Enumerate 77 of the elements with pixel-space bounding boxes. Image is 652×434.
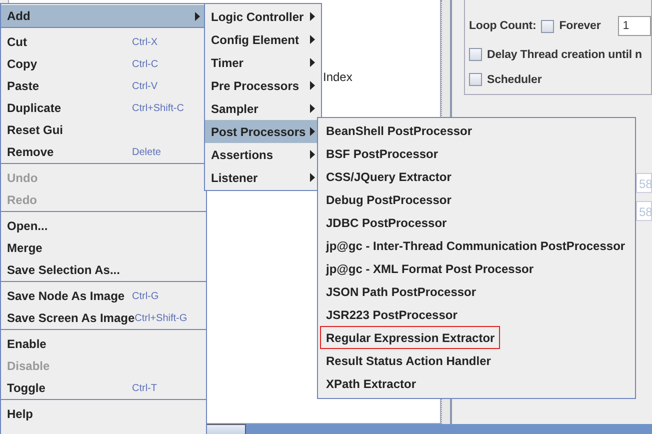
shortcut-label: Ctrl+Shift-G bbox=[134, 312, 188, 324]
shortcut-label: Ctrl-V bbox=[132, 80, 159, 92]
menu-item[interactable]: Help bbox=[1, 403, 206, 425]
tree-node-label[interactable]: Index bbox=[323, 70, 352, 84]
shortcut-label: Ctrl-X bbox=[132, 36, 159, 48]
checkbox[interactable] bbox=[469, 48, 482, 61]
menu-item-label: Add bbox=[7, 9, 32, 23]
menu-item-label: Save Selection As... bbox=[7, 263, 121, 277]
menu-item[interactable]: Save Screen As ImageCtrl+Shift-G bbox=[1, 307, 206, 329]
menu-item-label: Save Screen As Image bbox=[7, 311, 135, 325]
menu-item[interactable]: Timer bbox=[205, 51, 321, 74]
menu-item[interactable]: Save Selection As... bbox=[1, 259, 206, 281]
menu-item-label: Copy bbox=[7, 57, 38, 71]
menu-item-label: Help bbox=[7, 407, 34, 421]
menu-item[interactable]: Listener bbox=[205, 166, 321, 189]
menu-item-label: Merge bbox=[7, 241, 44, 255]
menu-item-label: Redo bbox=[7, 193, 38, 207]
menu-item[interactable]: Logic Controller bbox=[205, 5, 321, 28]
menu-item-label: Listener bbox=[211, 170, 259, 184]
menu-item-label: Open... bbox=[7, 219, 49, 233]
menu-item-label: Reset Gui bbox=[7, 123, 64, 137]
menu-item-label: Config Element bbox=[211, 32, 300, 46]
loop-count-label: Loop Count: bbox=[469, 20, 536, 32]
checkbox[interactable] bbox=[541, 20, 554, 32]
menu-item[interactable]: jp@gc - Inter-Thread Communication PostProcessor bbox=[320, 234, 633, 257]
menu-item-label: Post Processors bbox=[211, 124, 306, 138]
menu-item[interactable]: Debug PostProcessor bbox=[320, 188, 633, 211]
menu-item[interactable]: JSR223 PostProcessor bbox=[320, 303, 633, 326]
menu-item-label: Assertions bbox=[211, 148, 274, 162]
menu-item-label: Save Node As Image bbox=[7, 289, 126, 303]
shortcut-label: Ctrl-C bbox=[132, 58, 160, 70]
menu-item[interactable]: Reset Gui bbox=[1, 119, 206, 141]
menu-item[interactable]: Save Node As Image Ctrl-G bbox=[1, 285, 206, 307]
menu-item[interactable]: JDBC PostProcessor bbox=[320, 211, 633, 234]
forever-label: Forever bbox=[559, 20, 601, 32]
menu-item-label: Toggle bbox=[7, 381, 46, 395]
menu-item[interactable]: XPath Extractor bbox=[320, 372, 633, 395]
menu-item-label: Paste bbox=[7, 79, 40, 93]
menu-item[interactable]: BSF PostProcessor bbox=[320, 142, 633, 165]
menu-item[interactable]: Merge bbox=[1, 237, 206, 259]
menu-item-label: Duplicate bbox=[7, 101, 62, 115]
menu-item[interactable]: Sampler bbox=[205, 97, 321, 120]
menu-item[interactable]: Enable bbox=[1, 333, 206, 355]
shortcut-label: Ctrl+Shift-C bbox=[132, 102, 185, 114]
delay-thread-label: Delay Thread creation until n bbox=[487, 48, 642, 60]
menu-item[interactable]: Paste Ctrl-V bbox=[1, 75, 206, 97]
menu-item[interactable]: Pre Processors bbox=[205, 74, 321, 97]
menu-item[interactable]: JSON Path PostProcessor bbox=[320, 280, 633, 303]
menu-item[interactable]: Open... bbox=[1, 215, 206, 237]
menu-item-label: Undo bbox=[7, 171, 39, 185]
menu-item-label: Sampler bbox=[211, 102, 260, 116]
menu-item-label: Pre Processors bbox=[211, 78, 300, 92]
shortcut-label: Delete bbox=[132, 146, 162, 158]
scheduler-label: Scheduler bbox=[487, 74, 542, 86]
menu-item[interactable]: Copy Ctrl-C bbox=[1, 53, 206, 75]
menu-item-label: Enable bbox=[7, 337, 48, 351]
menu-item[interactable]: Cut Ctrl-X bbox=[1, 31, 206, 53]
menu-item-label: Cut bbox=[7, 35, 28, 49]
menu-item[interactable]: jp@gc - XML Format Post Processor bbox=[320, 257, 633, 280]
shortcut-label: Ctrl-T bbox=[132, 382, 158, 394]
menu-item[interactable]: Config Element bbox=[205, 28, 321, 51]
loop-count-field[interactable]: 1 bbox=[618, 16, 651, 36]
menu-item[interactable]: Result Status Action Handler bbox=[320, 349, 633, 372]
shortcut-label: Ctrl-G bbox=[132, 290, 160, 302]
menu-item[interactable]: Assertions bbox=[205, 143, 321, 166]
menu-item[interactable]: Add bbox=[1, 5, 206, 27]
menu-item[interactable]: Duplicate Ctrl+Shift-C bbox=[1, 97, 206, 119]
menu-item[interactable]: Toggle Ctrl-T bbox=[1, 377, 206, 399]
menu-item[interactable]: BeanShell PostProcessor bbox=[320, 119, 633, 142]
menu-item-label: Remove bbox=[7, 145, 55, 159]
checkbox[interactable] bbox=[469, 73, 482, 86]
menu-item-label: Disable bbox=[7, 359, 51, 373]
menu-item-label: Logic Controller bbox=[211, 10, 305, 24]
menu-item[interactable]: Regular Expression Extractor bbox=[320, 326, 500, 349]
menu-item-label: Timer bbox=[211, 56, 244, 70]
menu-item[interactable]: Remove Delete bbox=[1, 141, 206, 163]
menu-item[interactable]: CSS/JQuery Extractor bbox=[320, 165, 633, 188]
